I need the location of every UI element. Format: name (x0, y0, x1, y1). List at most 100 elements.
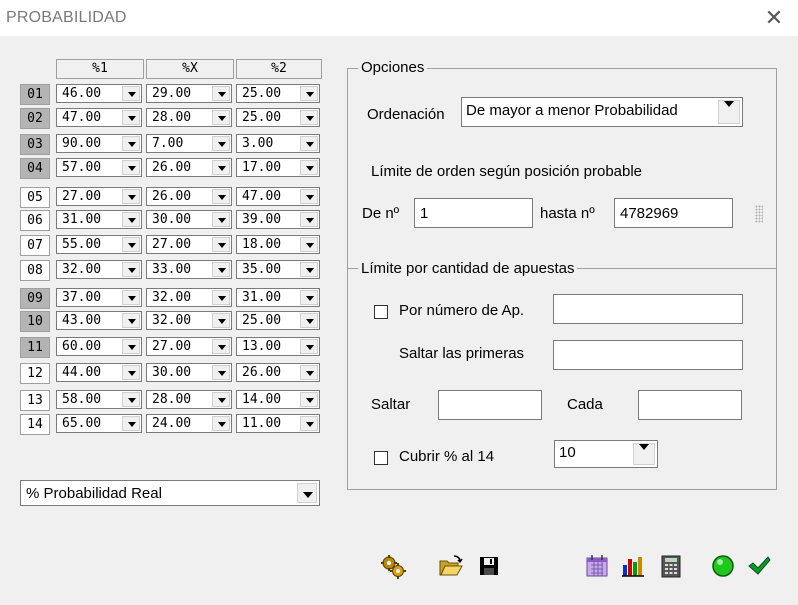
probability-select[interactable]: 43.00 (56, 311, 142, 330)
probability-select[interactable]: 11.00 (236, 414, 320, 433)
probability-select[interactable]: 60.00 (56, 337, 142, 356)
chevron-down-icon[interactable] (300, 86, 318, 101)
chevron-down-icon[interactable] (300, 212, 318, 227)
skip-input[interactable] (438, 390, 542, 420)
chevron-down-icon[interactable] (122, 212, 140, 227)
chevron-down-icon[interactable] (212, 416, 230, 431)
save-disk-icon[interactable] (476, 553, 502, 579)
chevron-down-icon[interactable] (122, 237, 140, 252)
chevron-down-icon[interactable] (122, 110, 140, 125)
probability-select[interactable]: 32.00 (146, 311, 232, 330)
checkmark-icon[interactable] (746, 553, 772, 579)
probability-select[interactable]: 65.00 (56, 414, 142, 433)
chevron-down-icon[interactable] (212, 160, 230, 175)
probability-select[interactable]: 46.00 (56, 84, 142, 103)
calculator-icon[interactable] (658, 553, 684, 579)
chevron-down-icon[interactable] (212, 110, 230, 125)
probability-type-select[interactable]: % Probabilidad Real (20, 480, 320, 506)
chevron-down-icon[interactable] (212, 237, 230, 252)
probability-select[interactable]: 47.00 (56, 108, 142, 127)
probability-select[interactable]: 57.00 (56, 158, 142, 177)
from-input[interactable]: 1 (414, 198, 533, 228)
chevron-down-icon[interactable] (300, 339, 318, 354)
probability-select[interactable]: 27.00 (56, 187, 142, 206)
chevron-down-icon[interactable] (300, 237, 318, 252)
chevron-down-icon[interactable] (212, 262, 230, 277)
chevron-down-icon[interactable] (212, 339, 230, 354)
probability-select[interactable]: 39.00 (236, 210, 320, 229)
probability-select[interactable]: 25.00 (236, 311, 320, 330)
skip-first-input[interactable] (553, 340, 743, 370)
chevron-down-icon[interactable] (122, 313, 140, 328)
chevron-down-icon[interactable] (212, 136, 230, 151)
probability-select[interactable]: 55.00 (56, 235, 142, 254)
probability-select[interactable]: 31.00 (236, 288, 320, 307)
probability-select[interactable]: 35.00 (236, 260, 320, 279)
chevron-down-icon[interactable] (122, 290, 140, 305)
chevron-down-icon[interactable] (300, 392, 318, 407)
chevron-down-icon[interactable] (212, 392, 230, 407)
chevron-down-icon[interactable] (212, 189, 230, 204)
chevron-down-icon[interactable] (297, 483, 317, 503)
chevron-down-icon[interactable] (633, 443, 655, 465)
chevron-down-icon[interactable] (122, 160, 140, 175)
chevron-down-icon[interactable] (122, 365, 140, 380)
chevron-down-icon[interactable] (122, 189, 140, 204)
calendar-icon[interactable] (584, 553, 610, 579)
every-input[interactable] (638, 390, 742, 420)
probability-select[interactable]: 18.00 (236, 235, 320, 254)
chevron-down-icon[interactable] (300, 136, 318, 151)
by-number-input[interactable] (553, 294, 743, 324)
cover-select[interactable]: 10 (554, 440, 658, 468)
probability-select[interactable]: 7.00 (146, 134, 232, 153)
chevron-down-icon[interactable] (212, 86, 230, 101)
chevron-down-icon[interactable] (300, 110, 318, 125)
probability-select[interactable]: 28.00 (146, 390, 232, 409)
probability-select[interactable]: 17.00 (236, 158, 320, 177)
chevron-down-icon[interactable] (122, 86, 140, 101)
probability-select[interactable]: 32.00 (56, 260, 142, 279)
chevron-down-icon[interactable] (122, 136, 140, 151)
chevron-down-icon[interactable] (212, 313, 230, 328)
chevron-down-icon[interactable] (300, 365, 318, 380)
probability-select[interactable]: 28.00 (146, 108, 232, 127)
probability-select[interactable]: 29.00 (146, 84, 232, 103)
chevron-down-icon[interactable] (122, 392, 140, 407)
probability-select[interactable]: 14.00 (236, 390, 320, 409)
gears-icon[interactable] (380, 553, 406, 579)
probability-select[interactable]: 13.00 (236, 337, 320, 356)
open-folder-icon[interactable] (438, 553, 464, 579)
close-icon[interactable]: ✕ (760, 4, 788, 32)
probability-select[interactable]: 32.00 (146, 288, 232, 307)
cover-checkbox[interactable] (374, 451, 388, 465)
probability-select[interactable]: 33.00 (146, 260, 232, 279)
probability-select[interactable]: 30.00 (146, 210, 232, 229)
probability-select[interactable]: 25.00 (236, 84, 320, 103)
probability-select[interactable]: 24.00 (146, 414, 232, 433)
chevron-down-icon[interactable] (212, 365, 230, 380)
probability-select[interactable]: 26.00 (236, 363, 320, 382)
probability-select[interactable]: 30.00 (146, 363, 232, 382)
probability-select[interactable]: 26.00 (146, 187, 232, 206)
chevron-down-icon[interactable] (300, 160, 318, 175)
probability-select[interactable]: 37.00 (56, 288, 142, 307)
chevron-down-icon[interactable] (300, 290, 318, 305)
chevron-down-icon[interactable] (122, 416, 140, 431)
chevron-down-icon[interactable] (300, 416, 318, 431)
chevron-down-icon[interactable] (300, 313, 318, 328)
by-number-checkbox[interactable] (374, 305, 388, 319)
ordering-select[interactable]: De mayor a menor Probabilidad (461, 97, 743, 127)
to-input[interactable]: 4782969 (614, 198, 733, 228)
probability-select[interactable]: 25.00 (236, 108, 320, 127)
probability-select[interactable]: 44.00 (56, 363, 142, 382)
chevron-down-icon[interactable] (718, 100, 740, 124)
chevron-down-icon[interactable] (212, 212, 230, 227)
green-circle-icon[interactable] (710, 553, 736, 579)
chevron-down-icon[interactable] (122, 262, 140, 277)
chevron-down-icon[interactable] (122, 339, 140, 354)
probability-select[interactable]: 90.00 (56, 134, 142, 153)
probability-select[interactable]: 31.00 (56, 210, 142, 229)
probability-select[interactable]: 47.00 (236, 187, 320, 206)
probability-select[interactable]: 27.00 (146, 235, 232, 254)
probability-select[interactable]: 27.00 (146, 337, 232, 356)
